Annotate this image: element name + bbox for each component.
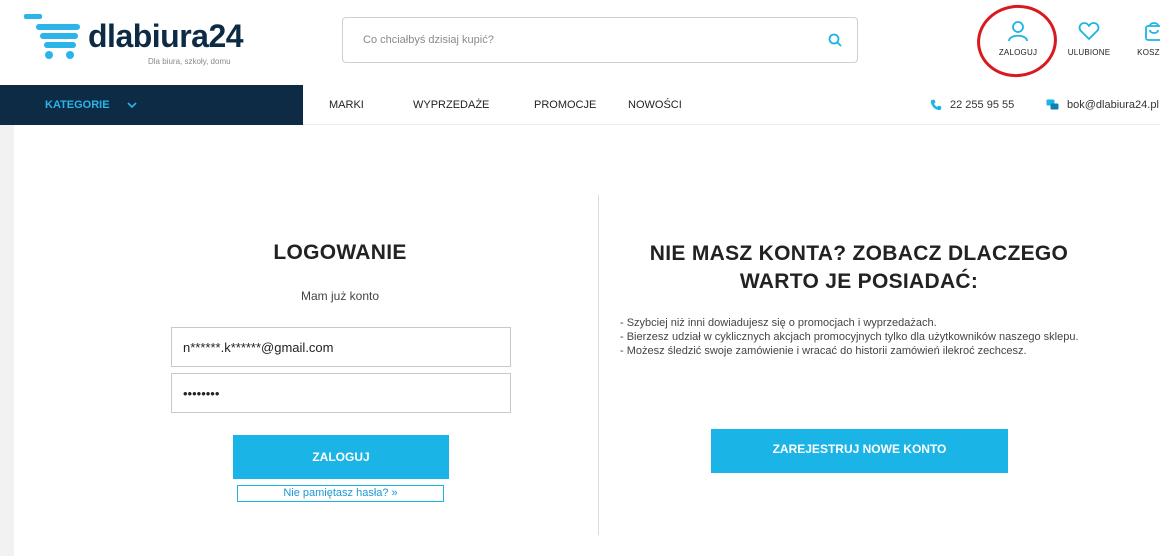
favorites-label: ULUBIONE xyxy=(1067,48,1111,57)
login-subtitle: Mam już konto xyxy=(300,289,380,303)
password-field[interactable] xyxy=(172,374,510,412)
main-nav: KATEGORIE MARKI WYPRZEDAŻE PROMOCJE NOWO… xyxy=(0,85,1160,125)
login-label: ZALOGUJ xyxy=(998,48,1038,57)
search-icon xyxy=(828,33,842,47)
categories-label: KATEGORIE xyxy=(45,99,110,111)
phone-number: 22 255 95 55 xyxy=(950,99,1015,111)
register-title: NIE MASZ KONTA? ZOBACZ DLACZEGO WARTO JE… xyxy=(649,242,1069,293)
email-field-wrapper xyxy=(171,327,511,367)
search-box xyxy=(342,17,858,63)
search-input[interactable] xyxy=(343,18,813,62)
logo-tagline: Dla biura, szkoły, domu xyxy=(148,57,231,66)
password-field-wrapper xyxy=(171,373,511,413)
nav-link-nowosci[interactable]: NOWOŚCI xyxy=(628,85,682,125)
benefit-item: - Bierzesz udział w cyklicznych akcjach … xyxy=(620,331,1079,343)
login-title: LOGOWANIE xyxy=(273,241,407,264)
login-submit-button[interactable]: ZALOGUJ xyxy=(233,435,449,479)
chat-icon xyxy=(1046,99,1059,110)
left-gutter xyxy=(0,125,14,556)
categories-button[interactable]: KATEGORIE xyxy=(0,85,303,125)
register-button[interactable]: ZAREJESTRUJ NOWE KONTO xyxy=(711,429,1008,473)
logo-text: dlabiura24 xyxy=(88,18,244,54)
contact-phone[interactable]: 22 255 95 55 xyxy=(930,85,1014,125)
cart-link[interactable]: KOSZYK xyxy=(1134,20,1160,57)
benefit-item: - Możesz śledzić swoje zamówienie i wrac… xyxy=(620,345,1027,357)
site-logo[interactable]: dlabiura24 Dla biura, szkoły, domu xyxy=(22,10,262,70)
heart-icon xyxy=(1078,22,1100,40)
phone-icon xyxy=(930,99,942,111)
favorites-link[interactable]: ULUBIONE xyxy=(1064,20,1114,57)
search-button[interactable] xyxy=(827,32,843,48)
benefit-item: - Szybciej niż inni dowiadujesz się o pr… xyxy=(620,317,937,329)
top-header: dlabiura24 Dla biura, szkoły, domu ZALOG… xyxy=(0,0,1160,85)
cart-label: KOSZYK xyxy=(1137,48,1160,57)
email-address: bok@dlabiura24.pl xyxy=(1067,99,1159,111)
forgot-password-link[interactable]: Nie pamiętasz hasła? » xyxy=(237,485,444,502)
cart-icon xyxy=(1145,22,1160,41)
cart-logo-icon xyxy=(24,14,80,59)
section-divider xyxy=(598,195,599,535)
nav-link-wyprzedaze[interactable]: WYPRZEDAŻE xyxy=(413,85,489,125)
contact-email[interactable]: bok@dlabiura24.pl xyxy=(1046,85,1159,125)
nav-link-marki[interactable]: MARKI xyxy=(329,85,364,125)
user-icon xyxy=(1008,21,1028,42)
chevron-down-icon xyxy=(127,102,137,108)
login-link[interactable]: ZALOGUJ xyxy=(996,20,1040,57)
benefits-list: - Szybciej niż inni dowiadujesz się o pr… xyxy=(620,317,1098,359)
nav-link-promocje[interactable]: PROMOCJE xyxy=(534,85,596,125)
email-field[interactable] xyxy=(172,328,510,366)
